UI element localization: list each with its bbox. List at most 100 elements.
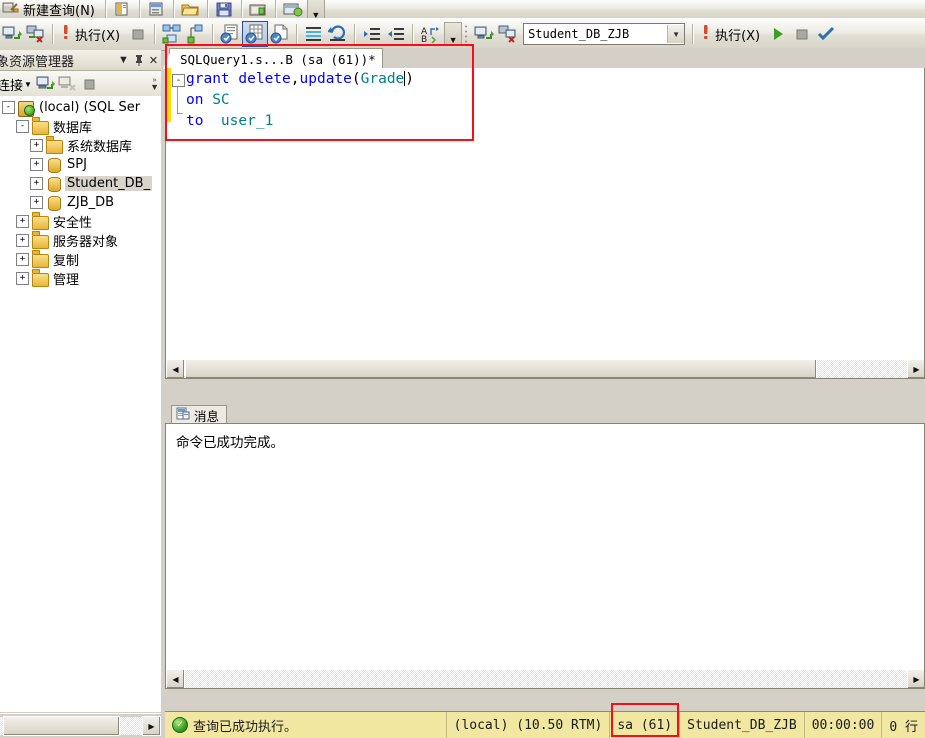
scroll-right-arrow[interactable]: ▶ — [142, 716, 161, 736]
server-icon — [18, 100, 34, 117]
expand-node-icon[interactable]: + — [16, 234, 29, 247]
tree-node[interactable]: + Student_DB_ — [0, 174, 161, 193]
outlining-column[interactable]: - — [171, 68, 186, 378]
editor-hscrollbar[interactable]: ◀ ▶ — [166, 359, 924, 378]
stop-square-icon — [790, 22, 814, 46]
expand-node-icon[interactable]: + — [30, 196, 43, 209]
collapse-outline-icon[interactable]: - — [172, 74, 185, 87]
expand-node-icon[interactable]: + — [30, 139, 43, 152]
results-to-text-icon[interactable] — [218, 22, 242, 46]
results-to-file-icon[interactable] — [268, 22, 292, 46]
increase-indent-icon[interactable] — [384, 22, 408, 46]
object-explorer-tree[interactable]: - (local) (SQL Ser - 数据库 + 系统数据库 + SPJ + Student_… — [0, 96, 161, 712]
save-icon[interactable] — [213, 0, 237, 18]
expand-node-icon[interactable]: + — [30, 158, 43, 171]
code-token: grant delete — [186, 71, 291, 87]
expand-node-icon[interactable]: + — [30, 177, 43, 190]
database-selector-value: Student_DB_ZJB — [528, 27, 630, 41]
editor-hscroll-thumb[interactable] — [185, 359, 817, 378]
results-to-grid-icon[interactable] — [242, 21, 269, 47]
results-hscrollbar[interactable]: ◀ ▶ — [166, 669, 924, 688]
expand-node-icon[interactable]: + — [16, 272, 29, 285]
tab-messages[interactable]: 消息 — [171, 405, 228, 424]
scroll-left-arrow[interactable]: ◀ — [166, 359, 185, 378]
outline-foot — [177, 113, 183, 114]
parse-query-icon[interactable] — [160, 22, 184, 46]
status-message-cell: ✓ 查询已成功执行。 — [165, 712, 447, 738]
execute-button[interactable]: 执行(X) — [58, 18, 126, 50]
chevron-down-icon: ▼ — [311, 10, 321, 19]
toolbar-grip[interactable] — [464, 24, 470, 44]
collapse-node-icon[interactable]: - — [2, 101, 15, 114]
check-mark-icon[interactable] — [814, 22, 838, 46]
expand-node-icon[interactable]: + — [16, 253, 29, 266]
toolbar-separator — [104, 0, 107, 18]
pin-icon[interactable] — [131, 52, 146, 68]
comment-selection-icon[interactable] — [302, 22, 326, 46]
expand-node-icon[interactable]: + — [16, 215, 29, 228]
tree-node[interactable]: - (local) (SQL Ser — [0, 98, 161, 117]
toolbar-overflow-button-2[interactable]: ▼ — [444, 22, 463, 46]
hscroll-thumb[interactable] — [3, 716, 120, 736]
connect-dropdown-label[interactable]: 连接 — [0, 75, 23, 94]
execute-exclamation-icon — [60, 23, 71, 46]
code-token: update — [299, 71, 352, 87]
toolbar-separator — [296, 24, 299, 44]
code-line: to user_1 — [186, 111, 414, 132]
run-green-arrow-icon[interactable] — [766, 22, 790, 46]
status-server: (local) (10.50 RTM) — [447, 712, 611, 738]
execute-button-2[interactable]: 执行(X) — [698, 18, 766, 50]
open-project-icon[interactable] — [145, 0, 169, 18]
tree-node[interactable]: + 安全性 — [0, 212, 161, 231]
editor-hscroll-trough[interactable] — [185, 359, 907, 378]
database-selector[interactable]: Student_DB_ZJB ▼ — [523, 23, 686, 45]
object-explorer-panel: 象资源管理器 ▼ ✕ 连接 ▼ » ▼ - (local) (SQL Ser -… — [0, 50, 161, 738]
toolbar-overflow-icon[interactable]: » ▼ — [150, 77, 161, 92]
connect-object-explorer-icon[interactable] — [0, 22, 24, 46]
toolbar-separator — [412, 24, 415, 44]
tree-node[interactable]: + 服务器对象 — [0, 231, 161, 250]
new-file-icon[interactable] — [111, 0, 135, 18]
window-icon[interactable] — [281, 0, 305, 18]
toolbar-overflow-button[interactable]: ▼ — [306, 0, 325, 19]
folder-icon — [32, 271, 49, 287]
folder-icon — [32, 119, 49, 135]
tree-node[interactable]: + 管理 — [0, 269, 161, 288]
sort-az-icon[interactable]: A B — [418, 22, 442, 46]
tree-node[interactable]: - 数据库 — [0, 117, 161, 136]
results-hscroll-trough[interactable] — [185, 670, 907, 688]
decrease-indent-icon[interactable] — [360, 22, 384, 46]
scroll-right-arrow[interactable]: ▶ — [907, 669, 924, 688]
oe-connect-icon[interactable] — [35, 72, 57, 96]
folder-icon — [32, 252, 49, 268]
tree-node[interactable]: + ZJB_DB — [0, 193, 161, 212]
display-estimated-plan-icon[interactable] — [184, 22, 208, 46]
scroll-left-arrow[interactable]: ◀ — [166, 669, 185, 688]
uncomment-selection-icon[interactable] — [326, 22, 350, 46]
messages-text-area[interactable]: 命令已成功完成。 ◀ ▶ — [165, 423, 925, 689]
collapse-node-icon[interactable]: - — [16, 120, 29, 133]
close-icon[interactable]: ✕ — [146, 52, 161, 68]
tree-node[interactable]: + 系统数据库 — [0, 136, 161, 155]
document-tab[interactable]: SQLQuery1.s...B (sa (61))* — [163, 48, 383, 69]
chevron-down-icon[interactable]: ▼ — [667, 25, 685, 43]
open-file-icon[interactable] — [179, 0, 203, 18]
tree-node[interactable]: + 复制 — [0, 250, 161, 269]
sql-code-editor[interactable]: - grant delete,update(Grade) on SC to user… — [165, 68, 925, 379]
svg-text:B: B — [421, 35, 427, 43]
database-icon — [46, 157, 62, 173]
hscroll-trough[interactable] — [0, 716, 142, 736]
tree-node-label: SPJ — [67, 157, 87, 172]
disconnect-icon-2[interactable] — [496, 22, 520, 46]
chevron-down-icon[interactable]: ▼ — [24, 80, 32, 89]
save-all-icon[interactable] — [247, 0, 271, 18]
chevron-down-icon[interactable]: ▼ — [116, 52, 131, 68]
document-tab-label: SQLQuery1.s...B (sa (61))* — [180, 51, 376, 67]
tree-node[interactable]: + SPJ — [0, 155, 161, 174]
database-icon — [46, 176, 62, 192]
connect-icon-2[interactable] — [472, 22, 496, 46]
scroll-right-arrow[interactable]: ▶ — [907, 359, 924, 378]
new-query-button[interactable]: 新建查询(N) — [0, 0, 101, 18]
disconnect-object-explorer-icon[interactable] — [24, 22, 48, 46]
object-explorer-hscrollbar[interactable]: ▶ — [0, 713, 161, 738]
